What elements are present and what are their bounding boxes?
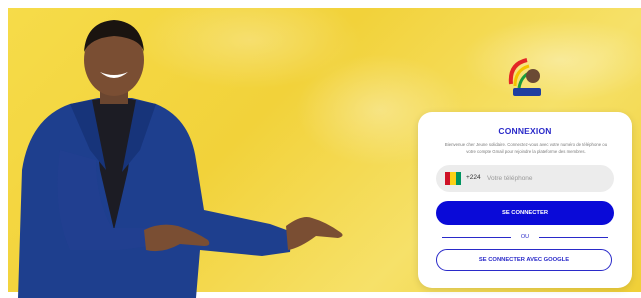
divider: OU [442, 232, 608, 242]
login-button[interactable]: SE CONNECTER [436, 201, 614, 225]
hand-right [286, 217, 343, 250]
phone-prefix: +224 [466, 174, 481, 181]
organization-logo-icon [508, 58, 541, 96]
presenter-illustration [18, 20, 343, 298]
login-description: Bienvenue cher Jeune solidaire. Connecte… [444, 142, 608, 154]
divider-line-right [539, 236, 608, 238]
login-title: CONNEXION [498, 126, 552, 136]
phone-field[interactable]: +224 [436, 165, 614, 192]
guinea-flag-icon [445, 172, 461, 185]
divider-line-left [442, 236, 511, 238]
divider-text: OU [520, 234, 530, 240]
login-card: CONNEXION Bienvenue cher Jeune solidaire… [418, 112, 632, 288]
google-login-button[interactable]: SE CONNECTER AVEC GOOGLE [436, 249, 612, 271]
phone-input[interactable] [487, 170, 607, 186]
